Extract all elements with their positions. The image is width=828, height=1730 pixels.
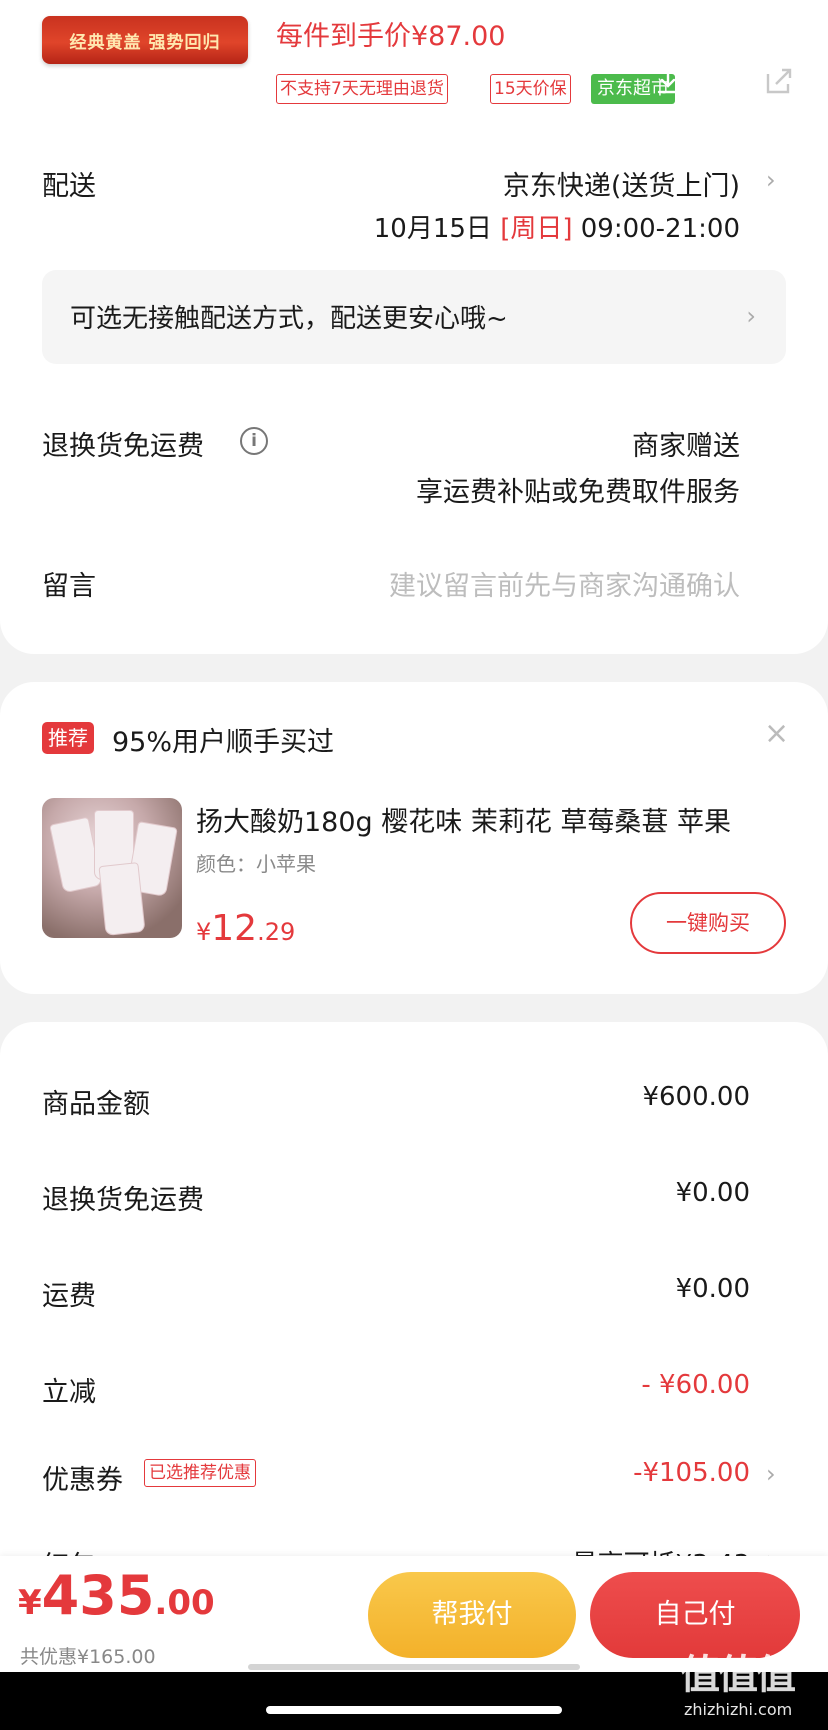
cup-shape	[98, 862, 146, 936]
total-price: ¥435.00	[18, 1564, 215, 1627]
discount-label: 立减	[42, 1377, 96, 1408]
return-shipping-label: 退换货免运费	[42, 431, 204, 462]
delivery-hours: 09:00-21:00	[580, 214, 740, 244]
total-currency: ¥	[18, 1583, 42, 1623]
info-icon[interactable]: i	[240, 427, 268, 455]
total-saved: 共优惠¥165.00	[20, 1646, 156, 1668]
recommendation-card: 推荐 95%用户顺手买过 × 扬大酸奶180g 樱花味 茉莉花 草莓桑葚 苹果 …	[0, 682, 828, 994]
unit-price: 每件到手价¥87.00	[276, 21, 506, 52]
promo-banner: 经典黄盖 强势回归	[42, 16, 248, 64]
delivery-label: 配送	[42, 171, 96, 202]
total-integer: 435	[41, 1564, 155, 1627]
price-currency: ¥	[196, 918, 212, 946]
chevron-right-icon[interactable]: ›	[766, 1460, 776, 1488]
contactless-text: 可选无接触配送方式，配送更安心哦~	[70, 304, 508, 334]
watermark-logo: 值值值	[680, 1652, 796, 1698]
chevron-right-icon[interactable]: ›	[766, 166, 776, 194]
goods-amount-value: ¥600.00	[642, 1082, 750, 1112]
download-icon[interactable]	[656, 70, 680, 96]
goods-amount-label: 商品金额	[42, 1089, 150, 1120]
coupon-label: 优惠券	[42, 1465, 123, 1496]
product-image[interactable]	[42, 798, 182, 938]
coupon-recommended-tag: 已选推荐优惠	[144, 1459, 256, 1487]
one-click-buy-button[interactable]: 一键购买	[630, 892, 786, 954]
delivery-weekday: [周日]	[500, 214, 573, 244]
delivery-method[interactable]: 京东快递(送货上门)	[503, 164, 740, 203]
total-decimal: .00	[154, 1583, 215, 1623]
return-shipping-value: 商家赠送	[632, 431, 740, 462]
order-details-card: 经典黄盖 强势回归 每件到手价¥87.00 不支持7天无理由退货 15天价保 京…	[0, 0, 828, 654]
shipping-fee-value: ¥0.00	[675, 1274, 750, 1304]
return-shipping-detail: 享运费补贴或免费取件服务	[416, 477, 740, 508]
watermark-url: zhizhizhi.com	[684, 1700, 793, 1719]
coupon-value[interactable]: -¥105.00	[633, 1458, 750, 1488]
scroll-indicator	[248, 1664, 580, 1670]
price-decimal: .29	[257, 918, 296, 946]
close-icon[interactable]: ×	[764, 716, 789, 751]
contactless-delivery-option[interactable]: 可选无接触配送方式，配送更安心哦~ ›	[42, 270, 786, 364]
recommend-title: 95%用户顺手买过	[112, 727, 335, 758]
discount-value: - ¥60.00	[641, 1370, 750, 1400]
help-pay-button[interactable]: 帮我付	[368, 1572, 576, 1658]
shipping-fee-label: 运费	[42, 1281, 96, 1312]
return-shipping-fee-value: ¥0.00	[675, 1178, 750, 1208]
price-summary-card: 商品金额 ¥600.00 退换货免运费 ¥0.00 运费 ¥0.00 立减 - …	[0, 1022, 828, 1622]
price-integer: 12	[211, 908, 258, 949]
product-spec: 颜色：小苹果	[196, 852, 316, 876]
chevron-right-icon: ›	[746, 302, 756, 330]
product-title[interactable]: 扬大酸奶180g 樱花味 茉莉花 草莓桑葚 苹果	[196, 800, 776, 839]
delivery-date: 10月15日	[373, 214, 492, 244]
message-input[interactable]: 建议留言前先与商家沟通确认	[389, 564, 740, 603]
recommend-badge: 推荐	[42, 722, 94, 754]
message-label: 留言	[42, 571, 96, 602]
price-protect-tag: 15天价保	[490, 74, 571, 104]
return-shipping-fee-label: 退换货免运费	[42, 1185, 204, 1216]
no-return-tag: 不支持7天无理由退货	[276, 74, 448, 104]
product-price: ¥12.29	[196, 908, 295, 949]
delivery-time[interactable]: 10月15日 [周日] 09:00-21:00	[374, 208, 740, 245]
share-icon[interactable]	[762, 64, 796, 98]
home-indicator[interactable]	[266, 1706, 562, 1714]
